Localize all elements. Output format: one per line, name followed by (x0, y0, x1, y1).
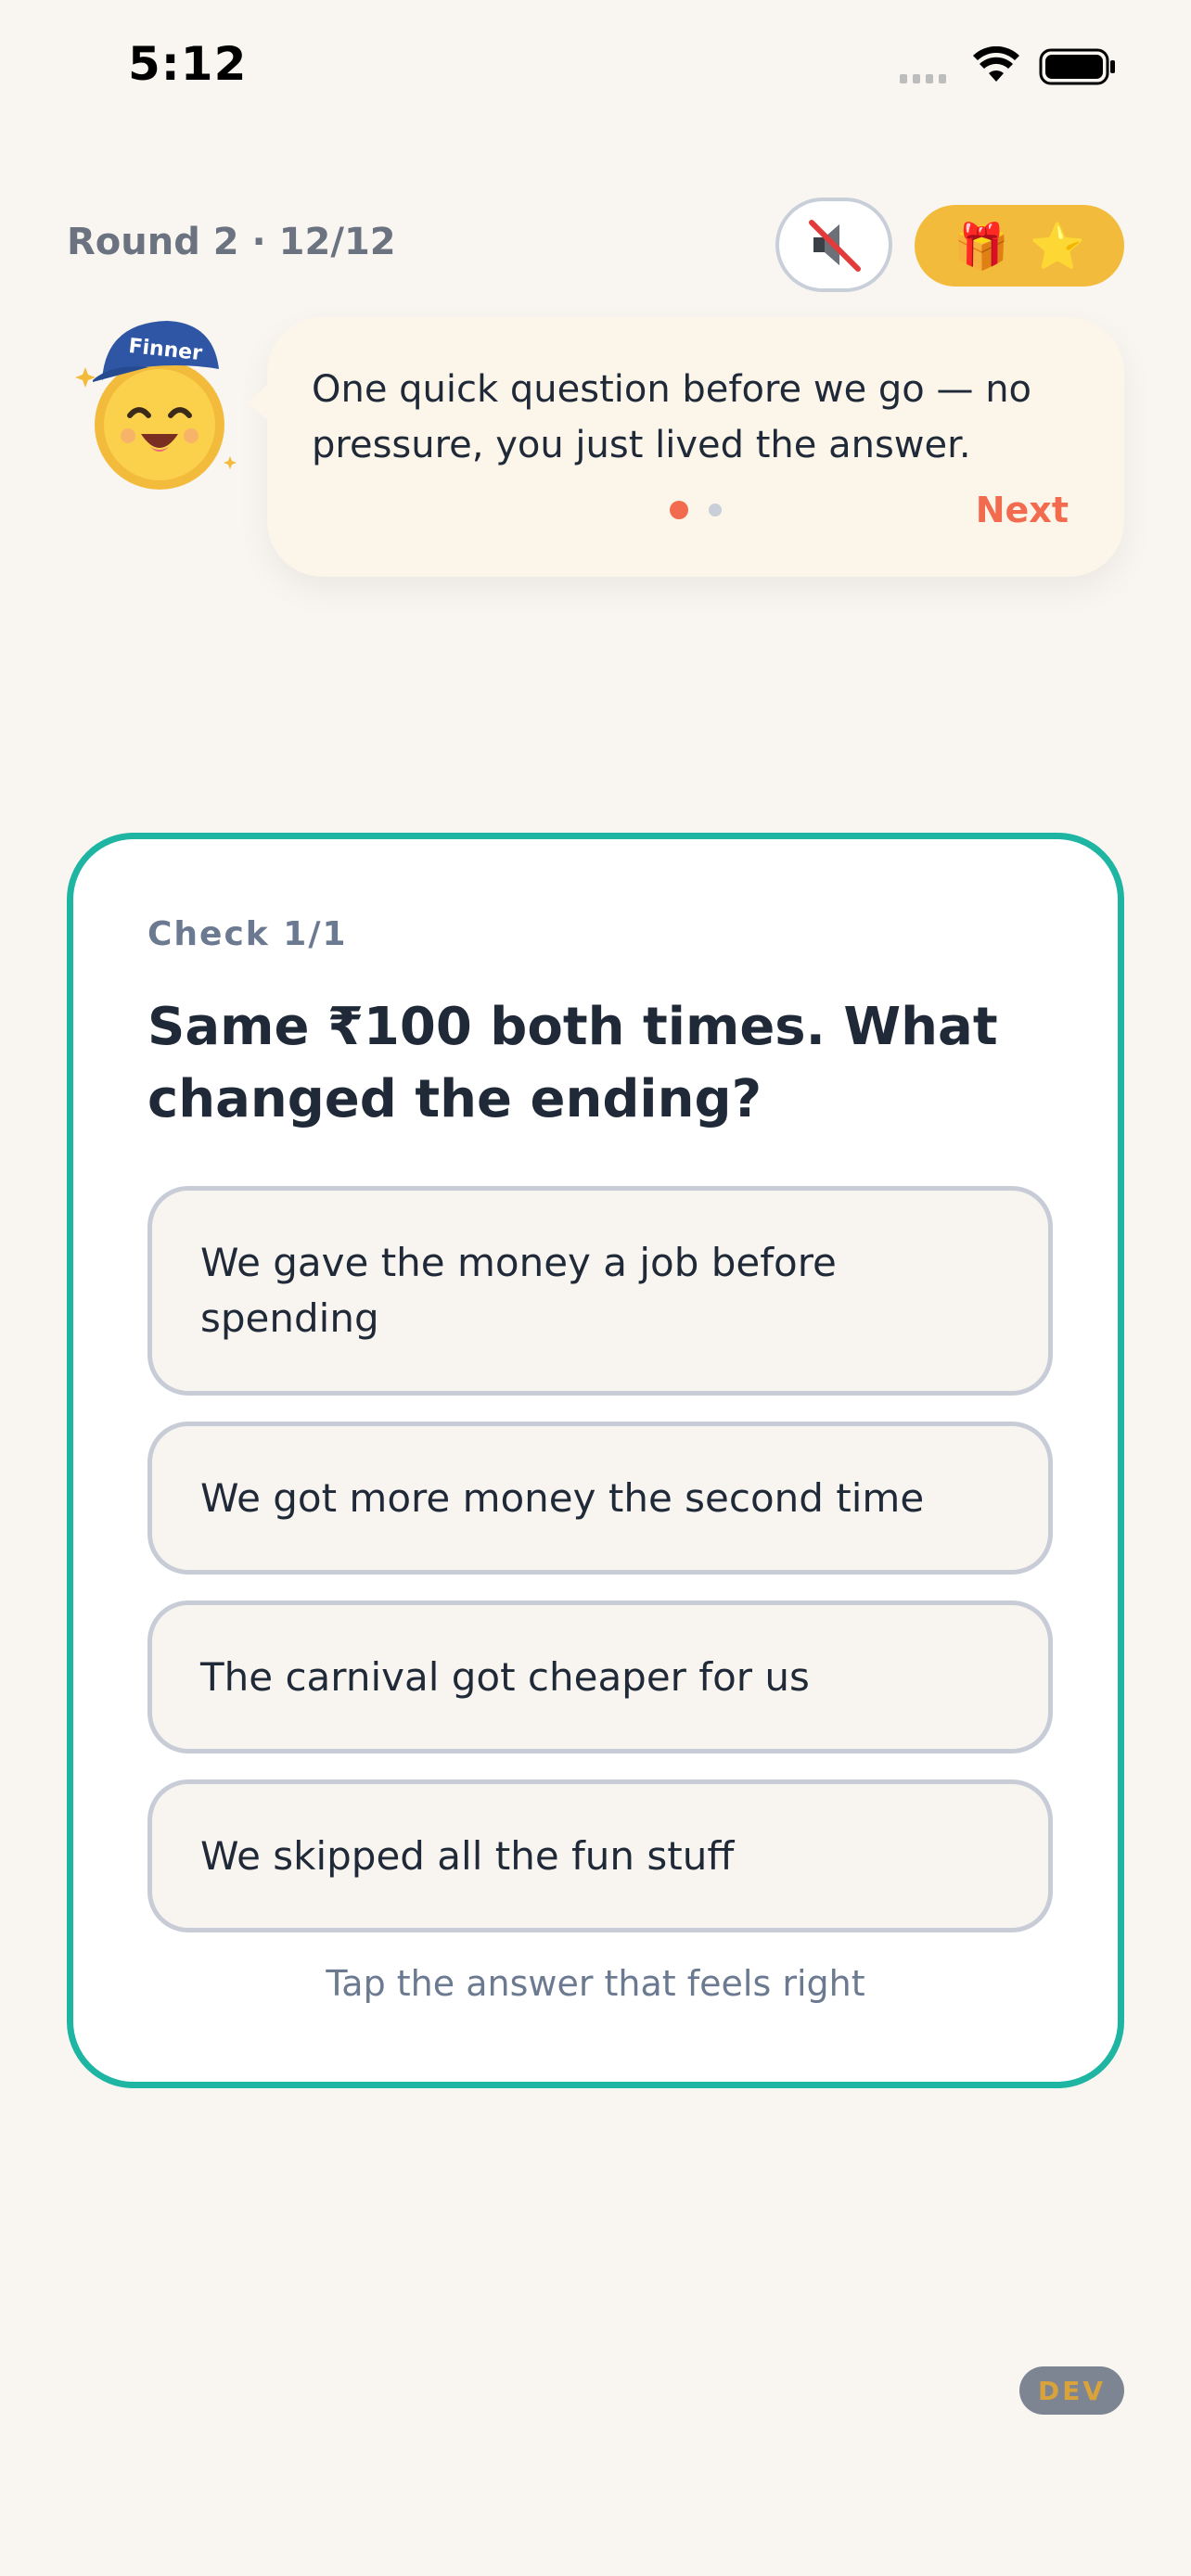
answer-option[interactable]: We got more money the second time (147, 1422, 1053, 1575)
mascot-avatar: Finner (75, 321, 237, 490)
answer-option[interactable]: We gave the money a job before spending (147, 1186, 1053, 1396)
gift-icon: 🎁 (954, 220, 1009, 273)
answer-hint: Tap the answer that feels right (326, 1963, 865, 2004)
status-bar: 5:12 (0, 0, 1191, 130)
cellular-signal-icon (900, 74, 946, 83)
speech-bubble: One quick question before we go — no pre… (247, 317, 1124, 577)
reward-button[interactable]: 🎁 ⭐ (915, 205, 1124, 287)
battery-icon (1039, 48, 1115, 85)
speech-text: One quick question before we go — no pre… (312, 368, 1032, 466)
star-icon: ⭐ (1030, 220, 1085, 273)
answer-option[interactable]: The carnival got cheaper for us (147, 1600, 1053, 1753)
dev-badge[interactable]: DEV (1019, 2366, 1124, 2415)
answer-options: We gave the money a job before spending … (147, 1186, 1053, 1958)
page-dot (709, 504, 722, 516)
muted-speaker-icon (809, 220, 861, 272)
round-progress-label: Round 2 · 12/12 (67, 221, 396, 263)
wifi-icon (973, 46, 1019, 82)
mute-button[interactable] (775, 198, 892, 292)
next-button[interactable]: Next (976, 490, 1069, 530)
check-label: Check 1/1 (147, 915, 348, 953)
bubble-tail (247, 382, 271, 423)
status-time: 5:12 (128, 37, 248, 91)
page-dot-active (670, 501, 688, 519)
question-text: Same ₹100 both times. What changed the e… (147, 997, 998, 1129)
question-card: Check 1/1 Same ₹100 both times. What cha… (67, 833, 1124, 2088)
answer-option[interactable]: We skipped all the fun stuff (147, 1779, 1053, 1932)
pagination-dots (670, 501, 722, 519)
